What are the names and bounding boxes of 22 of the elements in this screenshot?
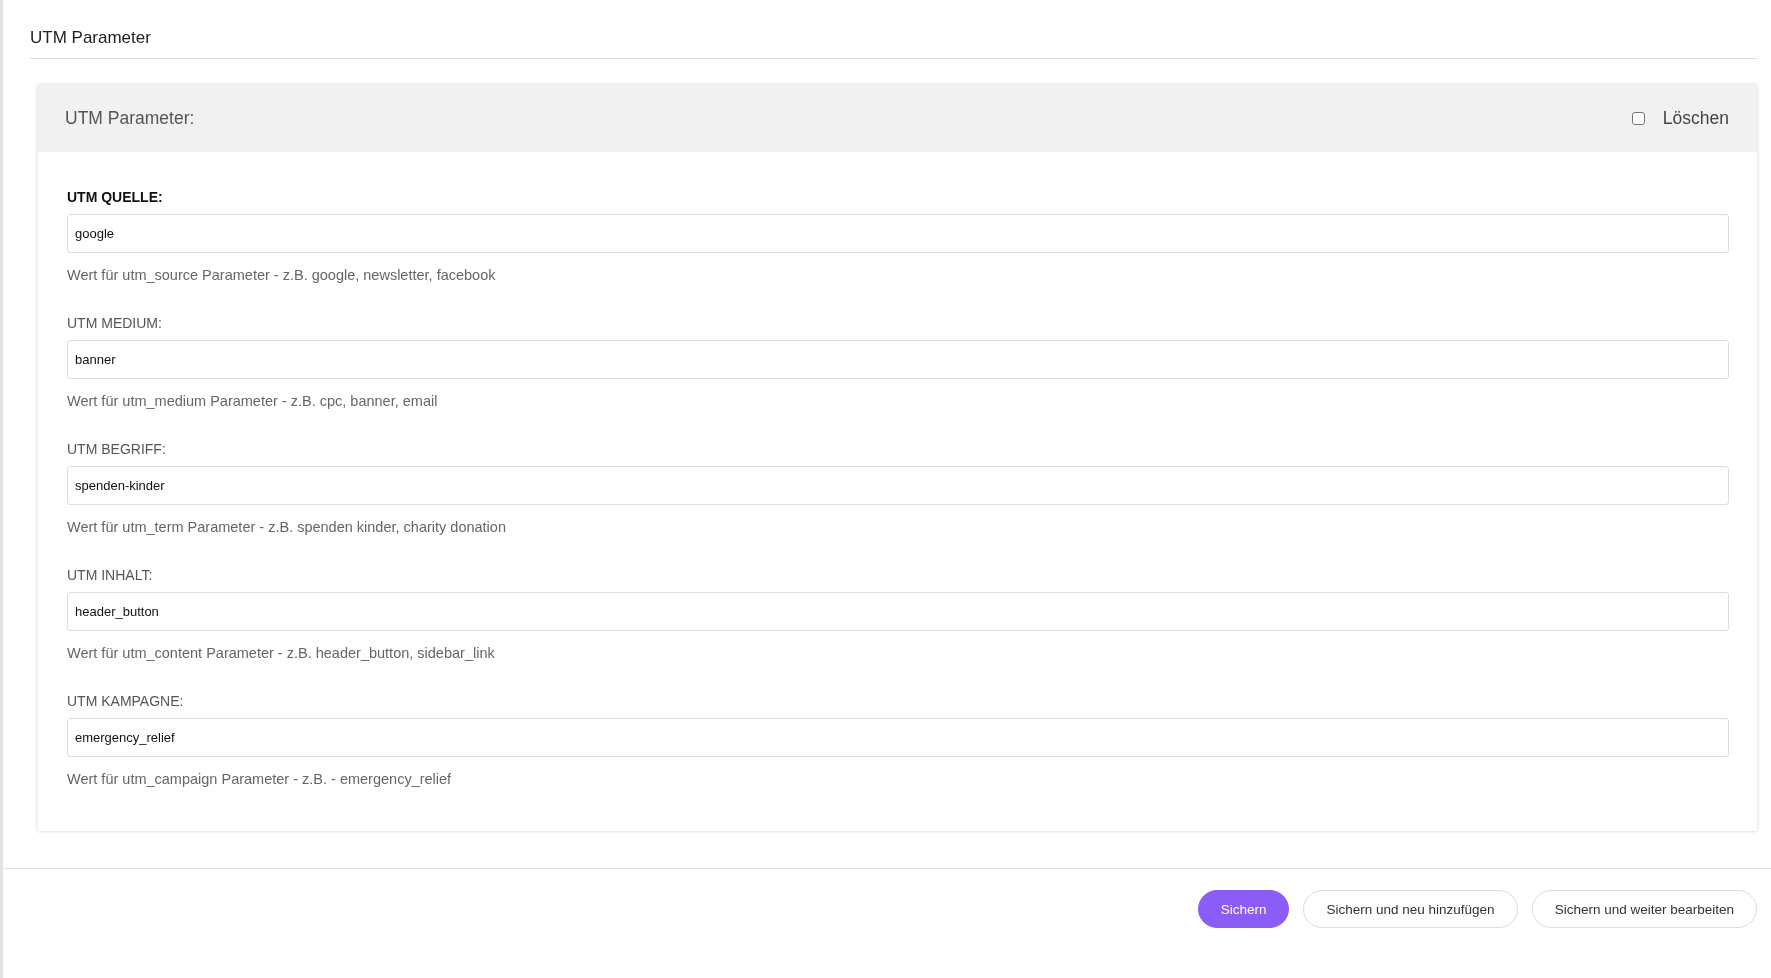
help-text: Wert für utm_campaign Parameter - z.B. - emergency_relief [67, 771, 453, 787]
field-label: UTM QUELLE: [67, 189, 164, 205]
delete-checkbox[interactable] [1631, 112, 1645, 125]
page-title: UTM Parameter [30, 0, 1757, 59]
help-text: Wert für utm_term Parameter - z.B. spenden kinder, charity donation [67, 519, 507, 535]
input-field[interactable]: banner [67, 340, 1729, 379]
field-label: UTM INHALT: [67, 567, 154, 583]
delete-label: Löschen [1662, 108, 1729, 129]
field-label: UTM BEGRIFF: [67, 441, 167, 457]
panel-title: UTM Parameter: [65, 108, 195, 129]
save-button[interactable]: Sichern [1197, 890, 1290, 928]
field-label: UTM KAMPAGNE: [67, 693, 185, 709]
field-label: UTM MEDIUM: [67, 315, 163, 331]
input-field[interactable]: spenden-kinder [67, 466, 1729, 505]
save-variant-button[interactable]: Sichern und neu hinzufügen [1303, 890, 1518, 928]
input-field[interactable]: header_button [67, 592, 1729, 631]
help-text: Wert für utm_source Parameter - z.B. google, newsletter, facebook [67, 267, 497, 283]
input-field[interactable]: google [67, 214, 1729, 253]
help-text: Wert für utm_medium Parameter - z.B. cpc, banner, email [67, 393, 439, 409]
save-variant-button[interactable]: Sichern und weiter bearbeiten [1531, 890, 1757, 928]
input-field[interactable]: emergency_relief [67, 718, 1729, 757]
help-text: Wert für utm_content Parameter - z.B. header_button, sidebar_link [67, 645, 496, 661]
